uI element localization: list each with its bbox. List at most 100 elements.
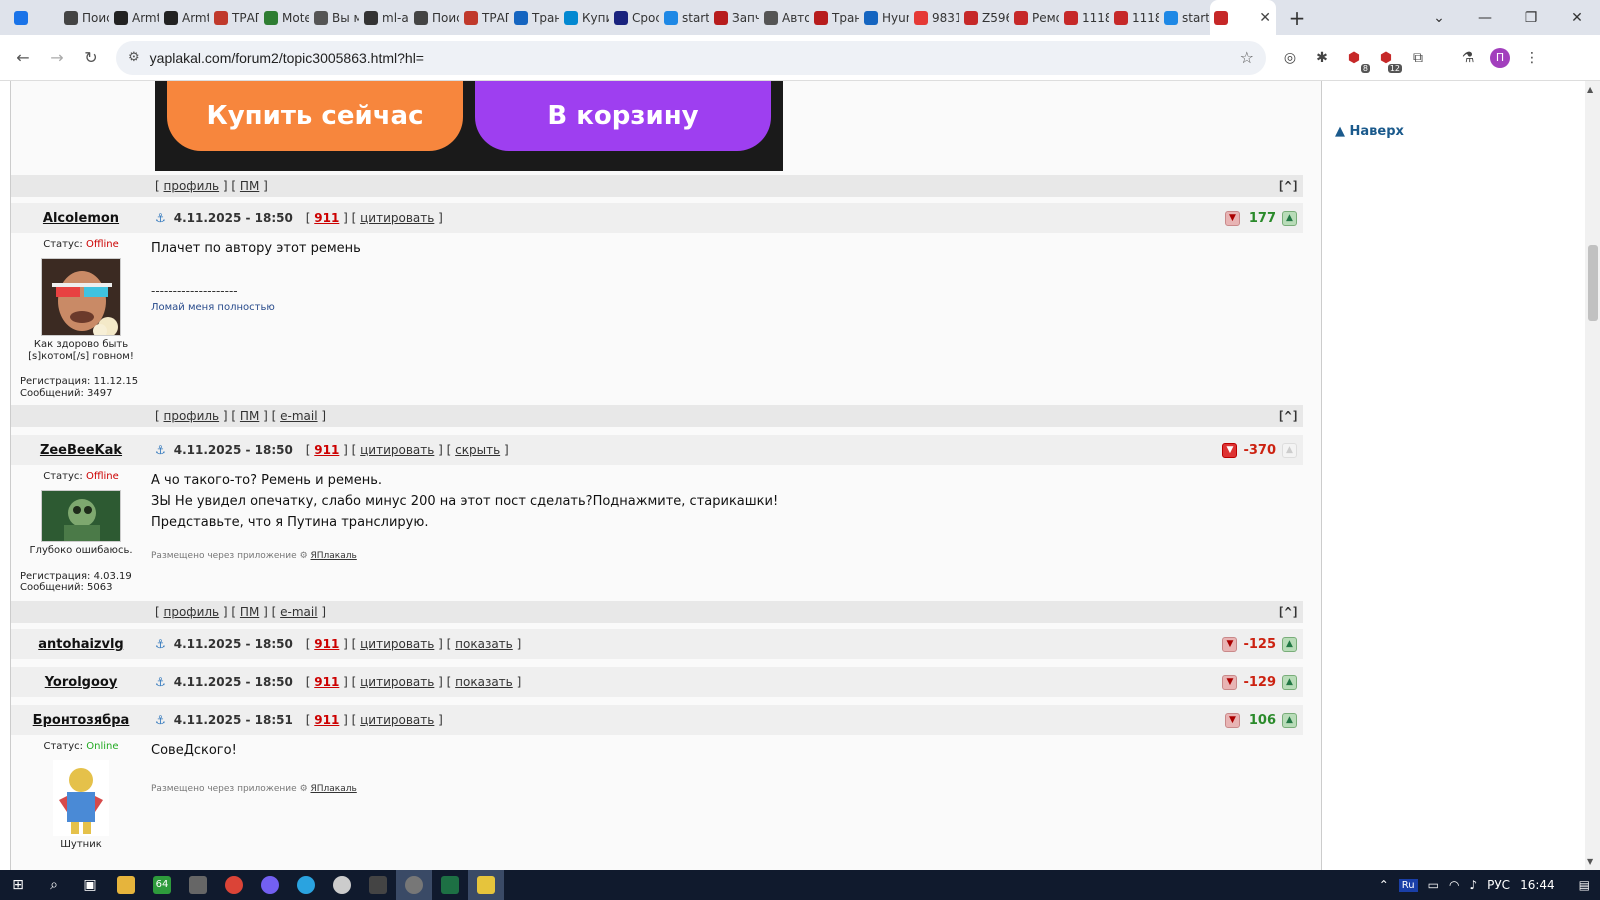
close-window-icon[interactable]: ✕ <box>1554 10 1600 26</box>
quote-link[interactable]: цитировать <box>360 713 434 727</box>
maximize-icon[interactable]: ❐ <box>1508 10 1554 26</box>
anchor-icon[interactable]: ⚓ <box>155 713 166 727</box>
report-link[interactable]: 911 <box>314 637 339 651</box>
thumb-down-icon[interactable]: ▼ <box>1222 674 1238 690</box>
browser-tab[interactable]: 1118 <box>1060 4 1110 32</box>
volume-icon[interactable]: ♪ <box>1469 878 1477 892</box>
browser-tab[interactable]: Вы м <box>310 4 360 32</box>
chrome-icon[interactable] <box>216 870 252 900</box>
chrome-active-icon[interactable] <box>396 870 432 900</box>
profile-link[interactable]: профиль <box>164 179 220 193</box>
show-link[interactable]: показать <box>455 675 513 689</box>
viber-icon[interactable] <box>252 870 288 900</box>
app-link[interactable]: ЯПлакаль <box>311 551 357 561</box>
browser-tab[interactable]: Купи <box>560 4 610 32</box>
page-scrollbar[interactable]: ▲ ▼ <box>1585 81 1600 870</box>
scroll-up-link[interactable]: [^] <box>1277 409 1299 423</box>
to-top-link[interactable]: ▲ Наверх <box>1335 124 1404 139</box>
anchor-icon[interactable]: ⚓ <box>155 211 166 225</box>
start-icon[interactable]: ⊞ <box>0 870 36 900</box>
show-link[interactable]: показать <box>455 637 513 651</box>
scroll-up-arrow-icon[interactable]: ▲ <box>1587 85 1593 94</box>
pm-link[interactable]: ПМ <box>240 605 259 619</box>
quote-link[interactable]: цитировать <box>360 211 434 225</box>
browser-tab[interactable]: 1118 <box>1110 4 1160 32</box>
url-text[interactable]: yaplakal.com/forum2/topic3005863.html?hl… <box>150 50 1240 66</box>
report-link[interactable]: 911 <box>314 211 339 225</box>
quote-link[interactable]: цитировать <box>360 443 434 457</box>
puzzle-icon[interactable]: ⧉ <box>1408 48 1428 68</box>
clock[interactable]: 16:44 <box>1520 878 1555 892</box>
profile-link[interactable]: профиль <box>164 409 220 423</box>
post-author[interactable]: ZeeBeeKak <box>11 443 151 458</box>
menu-icon[interactable]: ⋮ <box>1522 48 1542 68</box>
search-icon[interactable]: ⌕ <box>36 870 72 900</box>
browser-tab[interactable]: Тран <box>810 4 860 32</box>
bookmark-star-icon[interactable]: ☆ <box>1240 48 1254 67</box>
anchor-icon[interactable]: ⚓ <box>155 637 166 651</box>
browser-tab[interactable]: ml-au <box>360 4 410 32</box>
thumb-up-icon[interactable]: ▲ <box>1282 636 1297 652</box>
avatar[interactable] <box>53 760 109 836</box>
new-tab-button[interactable]: + <box>1282 6 1312 30</box>
browser-tab[interactable] <box>10 4 60 32</box>
report-link[interactable]: 911 <box>314 675 339 689</box>
thumb-down-icon[interactable]: ▼ <box>1222 636 1238 652</box>
profile-link[interactable]: профиль <box>164 605 220 619</box>
extension-icon-4[interactable]: ⬢ 12 <box>1376 48 1402 73</box>
quote-link[interactable]: цитировать <box>360 637 434 651</box>
anchor-icon[interactable]: ⚓ <box>155 675 166 689</box>
file-explorer-icon[interactable] <box>108 870 144 900</box>
avatar[interactable] <box>41 258 121 336</box>
browser-tab[interactable]: Тран <box>510 4 560 32</box>
browser-tab[interactable]: Hyun <box>860 4 910 32</box>
browser-tab[interactable]: Z596 <box>960 4 1010 32</box>
app-icon[interactable] <box>360 870 396 900</box>
active-tab[interactable]: ✕ <box>1210 0 1276 35</box>
site-info-icon[interactable]: ⚙ <box>128 50 140 65</box>
pm-link[interactable]: ПМ <box>240 179 259 193</box>
telegram-icon[interactable] <box>288 870 324 900</box>
reload-icon[interactable]: ↻ <box>74 48 108 67</box>
app-icon[interactable] <box>324 870 360 900</box>
anchor-icon[interactable]: ⚓ <box>155 443 166 457</box>
extension-icon-2[interactable]: ✱ <box>1312 48 1332 68</box>
buy-now-button[interactable]: Купить сейчас <box>167 81 463 151</box>
ad-banner[interactable]: Купить сейчас В корзину <box>155 81 783 171</box>
extension-icon-3[interactable]: ⬢ 8 <box>1344 48 1370 73</box>
language-badge[interactable]: Ru <box>1398 878 1418 892</box>
browser-tab[interactable]: start. <box>660 4 710 32</box>
post-author[interactable]: Yorolgooy <box>11 675 151 690</box>
browser-tab[interactable]: 98310 <box>910 4 960 32</box>
avatar[interactable] <box>41 490 121 542</box>
scrollbar-thumb[interactable] <box>1588 245 1598 321</box>
thumb-down-icon[interactable]: ▼ <box>1225 712 1240 728</box>
extension-icon-1[interactable]: ◎ <box>1280 48 1300 68</box>
thumb-up-icon[interactable]: ▲ <box>1282 442 1297 458</box>
browser-tab[interactable]: ТРАП <box>460 4 510 32</box>
battery-icon[interactable]: ▭ <box>1428 878 1439 892</box>
browser-tab[interactable]: Срос <box>610 4 660 32</box>
browser-tab[interactable]: ТРАП <box>210 4 260 32</box>
profile-avatar[interactable]: П <box>1490 47 1510 68</box>
scroll-up-link[interactable]: [^] <box>1277 605 1299 619</box>
hide-link[interactable]: скрыть <box>455 443 500 457</box>
email-link[interactable]: e-mail <box>280 409 317 423</box>
wifi-icon[interactable]: ◠ <box>1449 878 1459 892</box>
task-view-icon[interactable]: ▣ <box>72 870 108 900</box>
add-to-cart-button[interactable]: В корзину <box>475 81 771 151</box>
forward-icon[interactable]: → <box>40 48 74 67</box>
thumb-up-icon[interactable]: ▲ <box>1282 674 1297 690</box>
report-link[interactable]: 911 <box>314 443 339 457</box>
thumb-down-icon[interactable]: ▼ <box>1222 442 1238 458</box>
flask-icon[interactable]: ⚗ <box>1458 48 1478 68</box>
browser-tab[interactable]: start. <box>1160 4 1210 32</box>
email-link[interactable]: e-mail <box>280 605 317 619</box>
post-author[interactable]: Бронтозябра <box>11 713 151 728</box>
report-link[interactable]: 911 <box>314 713 339 727</box>
scroll-down-arrow-icon[interactable]: ▼ <box>1587 857 1593 866</box>
quote-link[interactable]: цитировать <box>360 675 434 689</box>
browser-tab[interactable]: Ремо <box>1010 4 1060 32</box>
browser-tab[interactable]: Авто <box>760 4 810 32</box>
app-icon[interactable] <box>180 870 216 900</box>
